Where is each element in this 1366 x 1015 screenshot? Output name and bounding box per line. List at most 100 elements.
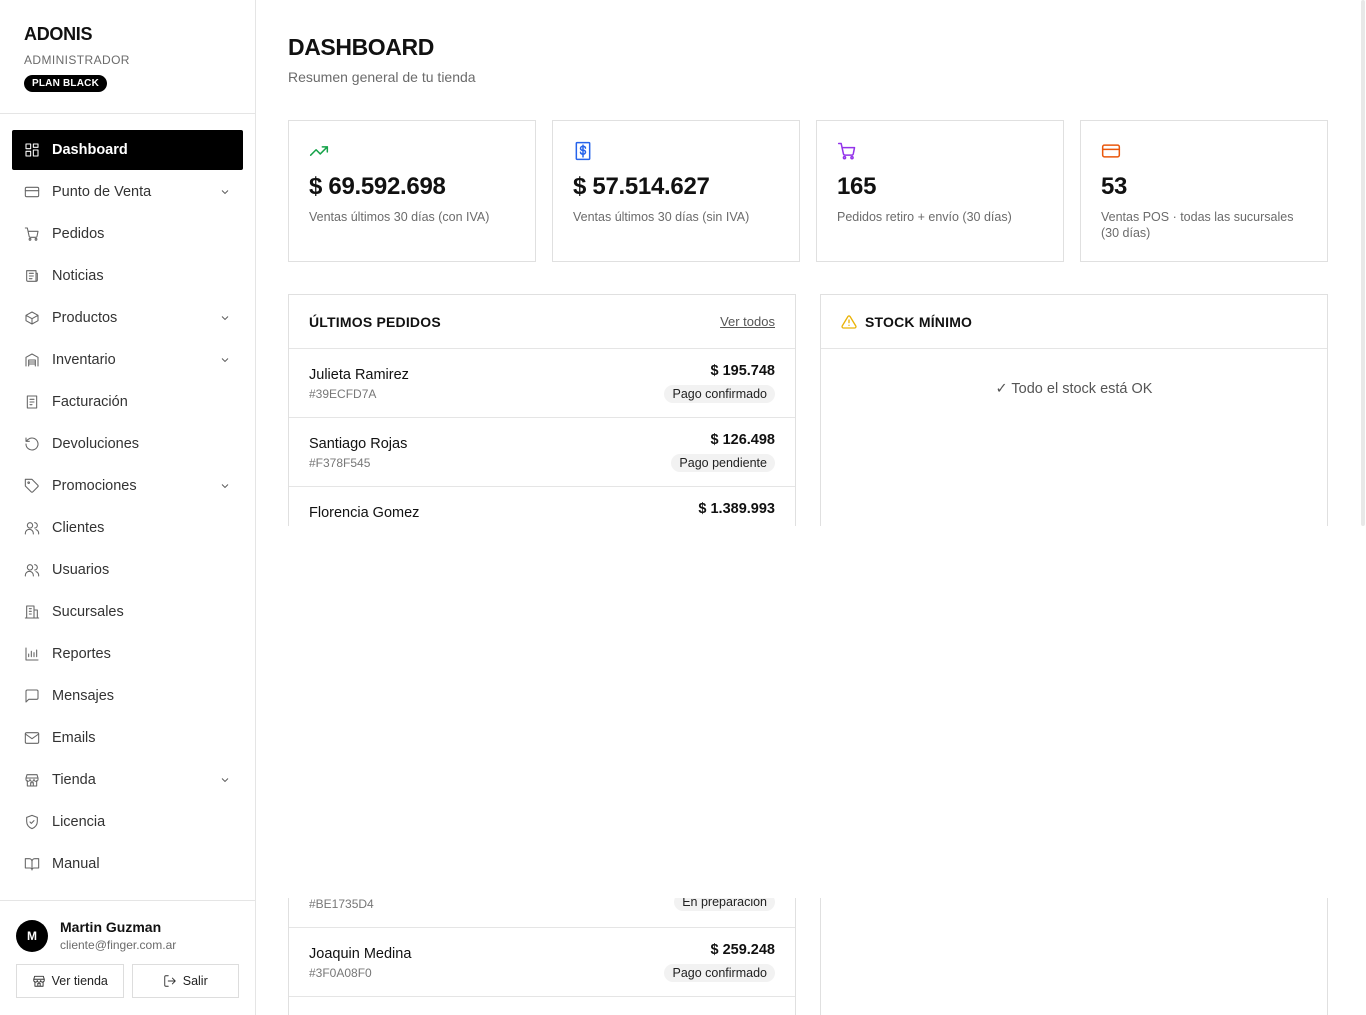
sidebar-item-inventario[interactable]: Inventario	[12, 340, 243, 380]
order-amount: $ 259.248	[710, 942, 775, 958]
tag-icon	[24, 478, 40, 494]
sidebar-item-clientes[interactable]: Clientes	[12, 508, 243, 548]
stat-card: $ 57.514.627 Ventas últimos 30 días (sin …	[552, 120, 800, 262]
bar-chart-icon	[24, 646, 40, 662]
sidebar-item-sucursales[interactable]: Sucursales	[12, 592, 243, 632]
stock-title: STOCK MÍNIMO	[865, 313, 973, 330]
store-icon	[32, 975, 45, 987]
stat-label: Pedidos retiro + envío (30 días)	[837, 210, 1012, 224]
sidebar-item-promociones[interactable]: Promociones	[12, 466, 243, 506]
order-row[interactable]: Santiago Rojas #F378F545 $ 126.498 Pago pen…	[289, 418, 795, 487]
book-icon	[24, 856, 40, 872]
sidebar-item-mensajes[interactable]: Mensajes	[12, 676, 243, 716]
user-role: ADMINISTRADOR	[24, 53, 130, 67]
sidebar-item-punto-de-venta[interactable]: Punto de Venta	[12, 172, 243, 212]
sidebar-item-label: Sucursales	[52, 604, 124, 620]
chevron-down-icon[interactable]	[219, 312, 231, 324]
stat-value: $ 57.514.627	[573, 173, 710, 200]
sidebar-item-label: Tienda	[52, 772, 96, 788]
plan-badge: PLAN BLACK	[24, 75, 107, 92]
sidebar-item-facturación[interactable]: Facturación	[12, 382, 243, 422]
sidebar-item-label: Inventario	[52, 352, 116, 368]
sidebar-item-licencia[interactable]: Licencia	[12, 802, 243, 842]
user-email: cliente@finger.com.ar	[60, 938, 177, 952]
order-row[interactable]: Joaquin Medina #3F0A08F0 $ 259.248 Pago con…	[289, 928, 795, 997]
user-name: Martin Guzman	[60, 919, 162, 935]
stat-card: 165 Pedidos retiro + envío (30 días)	[816, 120, 1064, 262]
stat-value: 165	[837, 173, 877, 200]
sidebar-nav: Dashboard Punto de Venta Pedidos Noticias Pr…	[12, 130, 243, 886]
building-icon	[24, 604, 40, 620]
render-gap	[256, 526, 1366, 898]
sidebar-item-productos[interactable]: Productos	[12, 298, 243, 338]
credit-card-icon	[24, 184, 40, 200]
sidebar-item-devoluciones[interactable]: Devoluciones	[12, 424, 243, 464]
sidebar-item-label: Facturación	[52, 394, 128, 410]
chevron-down-icon[interactable]	[219, 354, 231, 366]
undo-icon	[24, 436, 40, 452]
sidebar-item-usuarios[interactable]: Usuarios	[12, 550, 243, 590]
logout-icon	[164, 975, 176, 987]
sidebar-item-label: Devoluciones	[52, 436, 140, 452]
invoice-icon	[24, 394, 40, 410]
users-icon	[24, 520, 40, 536]
sidebar: ADONIS ADMINISTRADOR PLAN BLACK Dashboar…	[0, 0, 256, 1015]
page-subtitle: Resumen general de tu tienda	[288, 69, 476, 85]
stat-value: 53	[1101, 173, 1128, 200]
order-id: #BE1735D4	[309, 897, 374, 911]
main-content: DASHBOARD Resumen general de tu tienda $…	[288, 0, 1328, 1015]
grid-icon	[24, 142, 40, 158]
box-icon	[24, 310, 40, 326]
avatar: M	[16, 919, 48, 952]
view-store-button[interactable]: Ver tienda	[16, 964, 124, 998]
sidebar-item-manual[interactable]: Manual	[12, 844, 243, 884]
chevron-down-icon[interactable]	[219, 186, 231, 198]
scrollbar[interactable]	[1360, 0, 1366, 526]
sidebar-item-noticias[interactable]: Noticias	[12, 256, 243, 296]
cart-icon	[24, 226, 40, 242]
stat-label: Ventas últimos 30 días (sin IVA)	[573, 210, 750, 224]
message-icon	[24, 688, 40, 704]
sidebar-item-pedidos[interactable]: Pedidos	[12, 214, 243, 254]
chevron-down-icon[interactable]	[219, 774, 231, 786]
shield-check-icon	[24, 814, 40, 830]
order-customer: Julieta Ramirez	[309, 367, 409, 383]
order-id: #F378F545	[309, 456, 371, 470]
chevron-down-icon[interactable]	[219, 480, 231, 492]
sidebar-item-label: Emails	[52, 730, 96, 746]
order-id: #39ECFD7A	[309, 387, 377, 401]
sidebar-item-emails[interactable]: Emails	[12, 718, 243, 758]
mail-icon	[24, 730, 40, 746]
logout-label: Salir	[182, 974, 208, 988]
sidebar-item-label: Dashboard	[52, 142, 128, 158]
dollar-receipt-icon	[573, 141, 593, 161]
trending-up-icon	[309, 141, 329, 161]
view-all-orders-link[interactable]: Ver todos	[720, 314, 775, 329]
sidebar-item-reportes[interactable]: Reportes	[12, 634, 243, 674]
users-icon	[24, 562, 40, 578]
logout-button[interactable]: Salir	[131, 964, 239, 998]
order-row[interactable]: Julieta Ramirez #39ECFD7A $ 195.748 Pago co…	[289, 349, 795, 418]
order-customer: Santiago Rojas	[309, 436, 408, 452]
order-status-badge: Pago pendiente	[671, 454, 775, 472]
sidebar-item-dashboard[interactable]: Dashboard	[12, 130, 243, 170]
user-panel: M Martin Guzman cliente@finger.com.ar Ve…	[0, 900, 255, 1015]
sidebar-item-tienda[interactable]: Tienda	[12, 760, 243, 800]
sidebar-item-label: Licencia	[52, 814, 106, 830]
stat-card: 53 Ventas POS · todas las sucursales (30 …	[1080, 120, 1328, 262]
sidebar-item-label: Usuarios	[52, 562, 110, 578]
brand-name: ADONIS	[24, 24, 93, 44]
stat-label: Ventas últimos 30 días (con IVA)	[309, 210, 490, 224]
stat-value: $ 69.592.698	[309, 173, 446, 200]
stat-label: Ventas POS · todas las sucursales (30 dí…	[1101, 210, 1294, 240]
view-store-label: Ver tienda	[51, 974, 108, 988]
sidebar-item-label: Pedidos	[52, 226, 105, 242]
cart-icon	[837, 141, 857, 161]
sidebar-item-label: Manual	[52, 856, 100, 872]
newspaper-icon	[24, 268, 40, 284]
warehouse-icon	[24, 352, 40, 368]
store-icon	[24, 772, 40, 788]
page-title: DASHBOARD	[288, 34, 434, 60]
brand-block: ADONIS ADMINISTRADOR PLAN BLACK	[0, 0, 255, 114]
order-id: #3F0A08F0	[309, 966, 372, 980]
